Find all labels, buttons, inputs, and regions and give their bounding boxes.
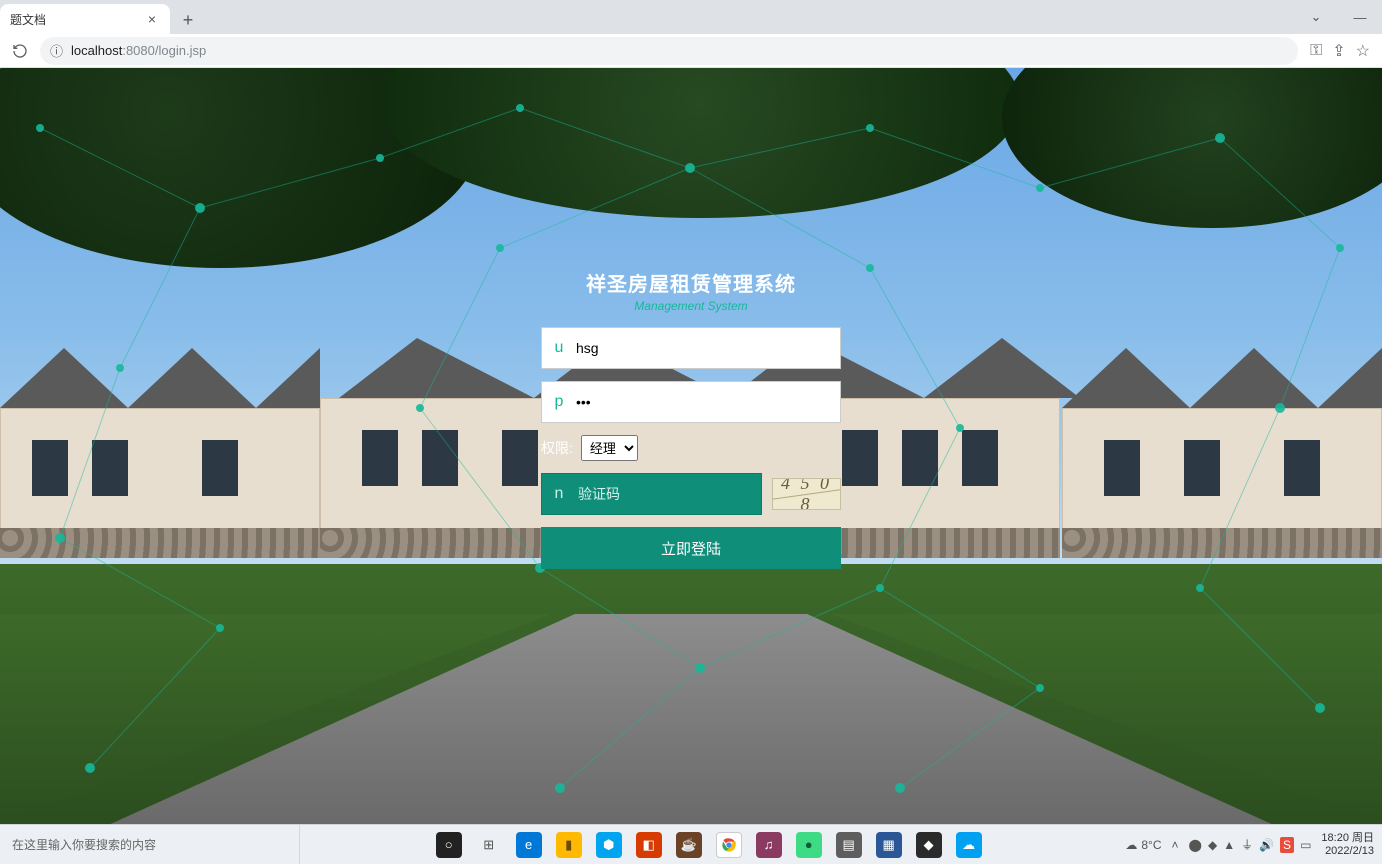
url-text: localhost:8080/login.jsp [71, 43, 206, 58]
window-controls: ⌄ — [1294, 0, 1382, 34]
weather-temp: 8°C [1141, 838, 1161, 852]
captcha-code: 4 5 0 8 [773, 478, 840, 510]
page-content: 祥圣房屋租赁管理系统 Management System u p 权限: 经理 … [0, 68, 1382, 824]
browser-tab[interactable]: 题文档 × [0, 4, 170, 34]
share-icon[interactable]: ⇪ [1332, 41, 1345, 61]
office-icon[interactable]: ◧ [636, 832, 662, 858]
permission-row: 权限: 经理 [541, 435, 841, 461]
username-input[interactable] [576, 328, 840, 368]
toolbar-right-icons: ⚿ ⇪ ☆ [1304, 41, 1376, 61]
browser-chrome: 题文档 × + ⌄ — ⓘ localhost:8080/login.jsp ⚿… [0, 0, 1382, 68]
window-dropdown-icon[interactable]: ⌄ [1294, 2, 1338, 32]
password-key-icon[interactable]: ⚿ [1310, 42, 1322, 60]
taskbar-right: ☁ 8°C ˄ ⬤ ◆ ▲ ⏚ 🔊 S ▭ 18:20 周日 2022/2/13 [1117, 832, 1382, 856]
captcha-row: n 4 5 0 8 [541, 473, 841, 515]
weather-icon: ☁ [1125, 838, 1137, 852]
tab-strip: 题文档 × + ⌄ — [0, 0, 1382, 34]
browser-toolbar: ⓘ localhost:8080/login.jsp ⚿ ⇪ ☆ [0, 34, 1382, 68]
clock-day: 周日 [1352, 832, 1374, 844]
user-icon: u [542, 339, 576, 357]
permission-select[interactable]: 经理 [581, 435, 638, 461]
captcha-field: n [541, 473, 762, 515]
window-minimize-icon[interactable]: — [1338, 2, 1382, 32]
cortana-icon[interactable]: ○ [436, 832, 462, 858]
password-field: p [541, 381, 841, 423]
app-icon[interactable]: ☁ [956, 832, 982, 858]
password-input[interactable] [576, 382, 840, 422]
python-icon[interactable]: ● [796, 832, 822, 858]
tray-icon[interactable]: ⬤ [1189, 838, 1202, 852]
reload-icon[interactable] [6, 37, 34, 65]
taskbar: 在这里输入你要搜索的内容 ○ ⊞ e ▮ ⬢ ◧ ☕ ♫ ● ▤ ▦ ◆ ☁ ☁… [0, 824, 1382, 864]
url-path: /login.jsp [155, 43, 206, 58]
store-icon[interactable]: ⬢ [596, 832, 622, 858]
address-bar[interactable]: ⓘ localhost:8080/login.jsp [40, 37, 1298, 65]
edge-icon[interactable]: e [516, 832, 542, 858]
weather-widget[interactable]: ☁ 8°C [1125, 838, 1161, 852]
wifi-icon[interactable]: ⏚ [1241, 836, 1253, 853]
app-icon[interactable]: ◆ [916, 832, 942, 858]
captcha-image[interactable]: 4 5 0 8 [772, 478, 841, 510]
new-tab-button[interactable]: + [174, 6, 202, 34]
tab-title: 题文档 [10, 11, 46, 28]
app-icon[interactable]: ♫ [756, 832, 782, 858]
site-info-icon[interactable]: ⓘ [50, 41, 63, 60]
app-title: 祥圣房屋租赁管理系统 [541, 268, 841, 297]
taskbar-search[interactable]: 在这里输入你要搜索的内容 [0, 825, 300, 864]
login-form: 祥圣房屋租赁管理系统 Management System u p 权限: 经理 … [541, 268, 841, 569]
username-field: u [541, 327, 841, 369]
login-button[interactable]: 立即登陆 [541, 527, 841, 569]
app-icon[interactable]: ☕ [676, 832, 702, 858]
clock-time: 18:20 [1321, 832, 1349, 844]
volume-icon[interactable]: 🔊 [1259, 838, 1274, 852]
app-subtitle: Management System [541, 299, 841, 313]
lock-icon: p [542, 393, 576, 411]
tray-icon[interactable]: ▲ [1223, 838, 1235, 852]
chrome-icon[interactable] [716, 832, 742, 858]
taskbar-clock[interactable]: 18:20 周日 2022/2/13 [1321, 832, 1374, 856]
taskbar-apps: ○ ⊞ e ▮ ⬢ ◧ ☕ ♫ ● ▤ ▦ ◆ ☁ [300, 832, 1117, 858]
battery-icon[interactable]: ▭ [1300, 838, 1311, 852]
tray-icon[interactable]: ◆ [1208, 838, 1217, 852]
url-host: localhost [71, 43, 122, 58]
close-tab-icon[interactable]: × [144, 11, 160, 27]
explorer-icon[interactable]: ▮ [556, 832, 582, 858]
system-tray: ⬤ ◆ ▲ ⏚ 🔊 S ▭ [1189, 836, 1312, 853]
app-icon[interactable]: ▤ [836, 832, 862, 858]
taskbar-search-placeholder: 在这里输入你要搜索的内容 [12, 836, 156, 853]
url-port: :8080 [122, 43, 155, 58]
captcha-icon: n [542, 485, 576, 503]
permission-label: 权限: [541, 438, 573, 458]
clock-date: 2022/2/13 [1325, 845, 1374, 857]
tray-chevron-icon[interactable]: ˄ [1172, 838, 1179, 852]
tray-icon[interactable]: S [1280, 837, 1294, 853]
app-icon[interactable]: ▦ [876, 832, 902, 858]
taskview-icon[interactable]: ⊞ [476, 832, 502, 858]
bookmark-star-icon[interactable]: ☆ [1356, 41, 1370, 61]
captcha-input[interactable] [576, 474, 761, 514]
